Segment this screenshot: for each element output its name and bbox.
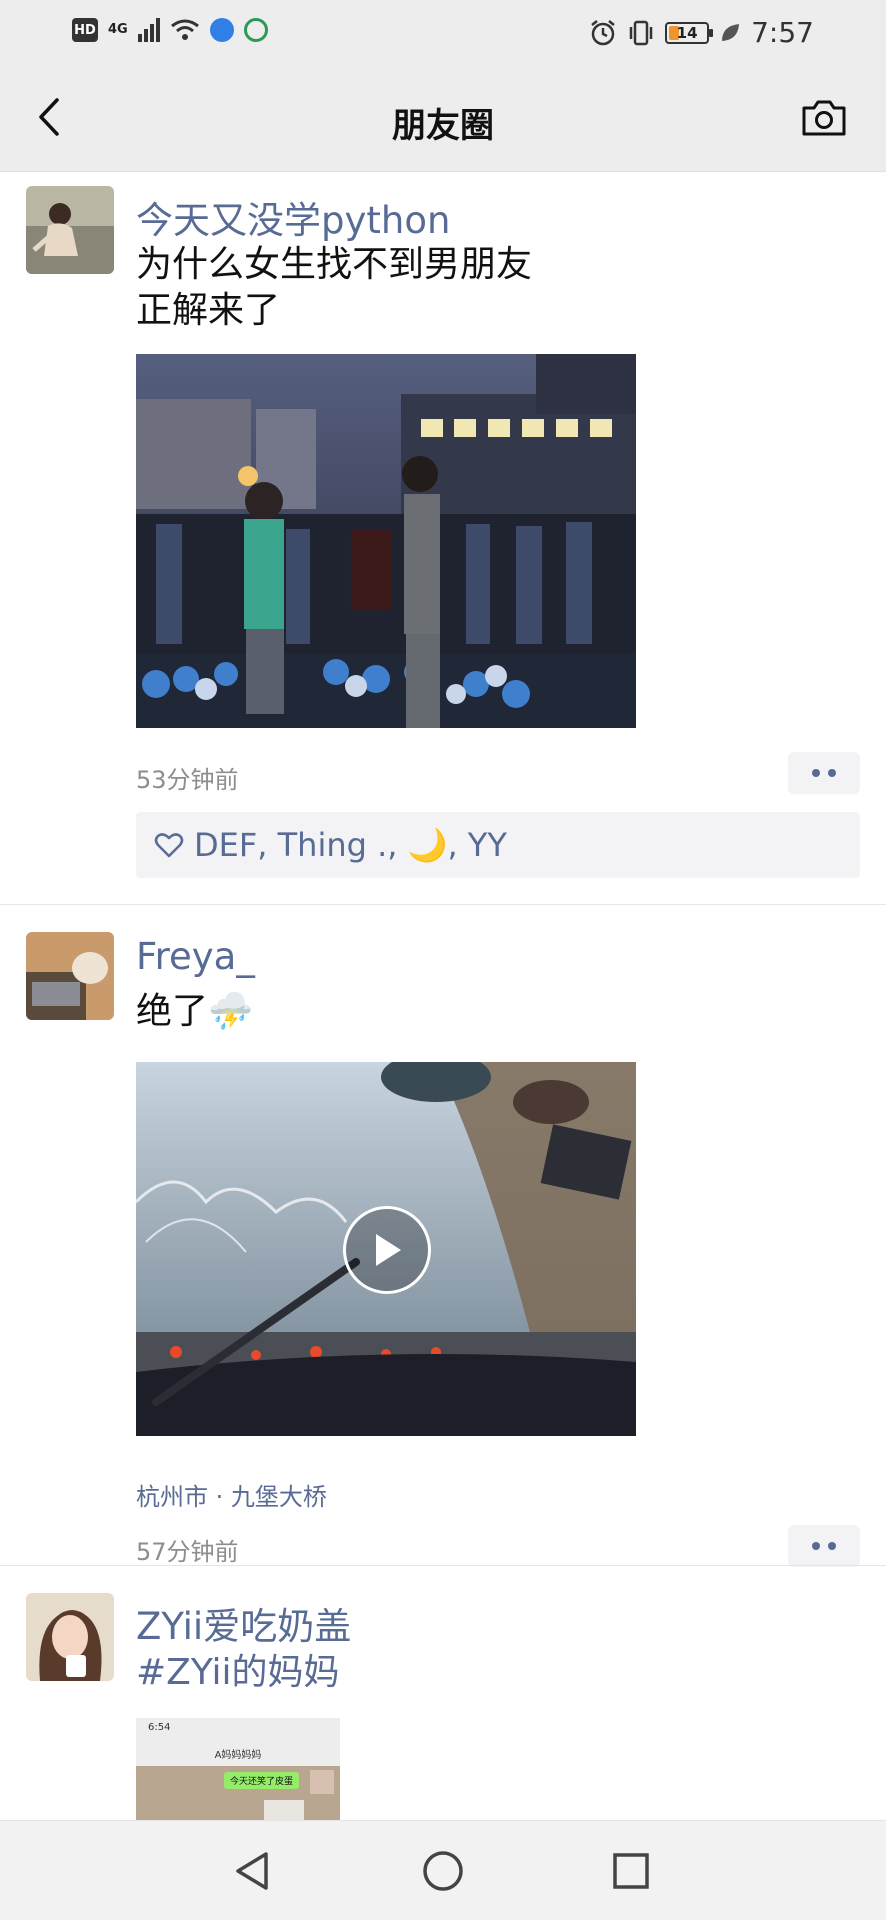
author-name[interactable]: 今天又没学python <box>136 190 450 244</box>
thumb-status-bar: 6:54 <box>136 1718 340 1746</box>
battery-icon: 14 <box>665 21 714 44</box>
post-text: 为什么女生找不到男朋友 正解来了 <box>136 244 533 331</box>
nav-home-button[interactable] <box>421 1849 465 1893</box>
post-2: Freya_ 绝了⛈️ 杭州市 · 九堡大桥 57分钟前 <box>0 905 886 1567</box>
signal-icon <box>137 18 160 42</box>
avatar[interactable] <box>26 1593 114 1681</box>
network-type: 4G <box>108 22 128 37</box>
system-nav-bar <box>0 1820 886 1920</box>
thumb-time: 6:54 <box>148 1722 171 1733</box>
post-location[interactable]: 杭州市 · 九堡大桥 <box>136 1477 327 1512</box>
thumb-bubble: 今天还笑了皮蛋 <box>224 1772 300 1789</box>
camera-button[interactable] <box>798 96 850 140</box>
post-1: 今天又没学python 为什么女生找不到男朋友 正解来了 53分钟前 DEF, … <box>0 172 886 904</box>
thumb-title: A妈妈妈妈 <box>136 1746 340 1766</box>
post-image[interactable]: 6:54 A妈妈妈妈 今天还笑了皮蛋 <box>136 1718 340 1820</box>
leaf-icon <box>722 23 740 41</box>
triangle-back-icon <box>236 1852 268 1890</box>
app-notification-icon <box>209 18 234 42</box>
post-image[interactable] <box>136 354 636 728</box>
likes-bar: DEF, Thing ., 🌙, YY <box>136 812 860 878</box>
post-video[interactable] <box>136 1062 636 1436</box>
hd-icon: HD <box>72 18 98 42</box>
camera-icon <box>802 100 846 136</box>
page-title: 朋友圈 <box>392 106 494 146</box>
nav-back-button[interactable] <box>230 1849 274 1893</box>
play-button[interactable] <box>343 1206 431 1294</box>
vibrate-icon <box>629 20 653 45</box>
circle-home-icon <box>423 1851 463 1891</box>
app-notification-icon-2 <box>243 18 268 42</box>
more-button[interactable] <box>788 1525 860 1567</box>
nav-recents-button[interactable] <box>609 1849 653 1893</box>
post-text: 绝了⛈️ <box>136 991 253 1032</box>
moments-screen: HD 4G 14 7:57 朋友圈 今天又没学python 为什么女生找不到男朋… <box>0 0 886 1920</box>
play-icon <box>376 1234 401 1266</box>
author-name[interactable]: Freya_ <box>136 935 255 978</box>
status-bar: HD 4G 14 7:57 <box>0 0 886 66</box>
thumb-avatar <box>310 1770 334 1794</box>
square-recents-icon <box>613 1853 649 1889</box>
heart-icon <box>154 833 184 858</box>
author-name[interactable]: ZYii爱吃奶盖 <box>136 1596 351 1650</box>
wifi-icon <box>170 19 199 40</box>
moments-feed[interactable]: 今天又没学python 为什么女生找不到男朋友 正解来了 53分钟前 DEF, … <box>0 172 886 1820</box>
post-time: 53分钟前 <box>136 766 239 794</box>
likes-names[interactable]: DEF, Thing ., 🌙, YY <box>194 826 507 864</box>
post-time: 57分钟前 <box>136 1538 239 1566</box>
avatar[interactable] <box>26 932 114 1020</box>
post-3: ZYii爱吃奶盖 #ZYii的妈妈 6:54 A妈妈妈妈 今天还笑了皮蛋 <box>0 1566 886 1820</box>
thumb-sticker <box>264 1800 304 1820</box>
alarm-icon <box>591 19 615 45</box>
avatar[interactable] <box>26 186 114 274</box>
post-text[interactable]: #ZYii的妈妈 <box>136 1650 340 1696</box>
clock: 7:57 <box>751 16 814 49</box>
nav-bar: 朋友圈 <box>0 66 886 172</box>
more-button[interactable] <box>788 752 860 794</box>
